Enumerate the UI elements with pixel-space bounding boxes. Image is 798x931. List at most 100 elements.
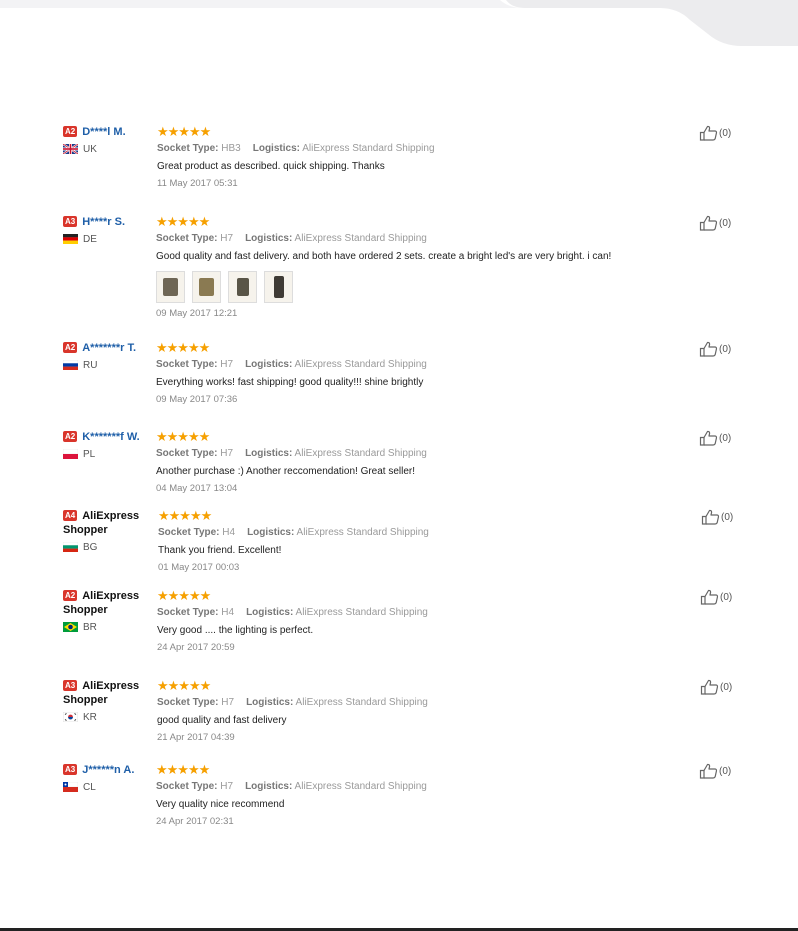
star-rating: ★★★★★ — [156, 762, 210, 777]
thumbs-up-icon — [701, 509, 721, 525]
review-date: 24 Apr 2017 20:59 — [157, 642, 235, 653]
helpful-count: (0) — [720, 591, 733, 603]
helpful-count: (0) — [721, 511, 734, 523]
order-info: Socket Type: H4 Logistics: AliExpress Sta… — [157, 606, 677, 619]
socket-type-label: Socket Type: — [156, 359, 218, 370]
buyer-level-badge: A4 — [63, 510, 78, 521]
buyer-name-line: A2 D****l M. — [63, 125, 155, 139]
buyer-country: CL — [63, 781, 155, 793]
buyer-country: KR — [63, 711, 155, 723]
ru-flag-icon — [63, 360, 83, 370]
review-photo-thumbnail[interactable] — [228, 271, 257, 303]
logistics-label: Logistics: — [246, 607, 294, 618]
thumbs-up-icon — [699, 763, 719, 779]
logistics-value: AliExpress Standard Shipping — [294, 359, 427, 370]
buyer-country: BR — [63, 621, 155, 633]
buyer-info: A3 AliExpress Shopper KR — [63, 679, 155, 723]
helpful-button[interactable]: (0) — [700, 589, 732, 605]
helpful-count: (0) — [719, 765, 732, 777]
star-rating: ★★★★★ — [158, 508, 212, 523]
buyer-name: Shopper — [63, 604, 108, 616]
socket-type-label: Socket Type: — [157, 143, 219, 154]
socket-type-value: H7 — [220, 781, 234, 792]
pl-flag-icon — [63, 449, 83, 459]
bg-flag-icon — [63, 542, 83, 552]
helpful-button[interactable]: (0) — [701, 509, 733, 525]
buyer-name: Shopper — [63, 524, 108, 536]
order-info: Socket Type: H7 Logistics: AliExpress Sta… — [156, 232, 676, 245]
review-content: ★★★★★ Socket Type: H7 Logistics: AliExpres… — [157, 679, 677, 744]
socket-type-label: Socket Type: — [156, 448, 218, 459]
buyer-name-line: A3 J******n A. — [63, 763, 155, 777]
buyer-name: D****l M. — [82, 126, 126, 138]
helpful-button[interactable]: (0) — [699, 341, 731, 357]
buyer-level-badge: A3 — [63, 216, 78, 227]
logistics-value: AliExpress Standard Shipping — [302, 143, 435, 154]
buyer-info: A4 AliExpress Shopper BG — [63, 509, 155, 553]
review-content: ★★★★★ Socket Type: H7 Logistics: AliExpres… — [156, 215, 676, 320]
star-rating: ★★★★★ — [156, 429, 210, 444]
helpful-button[interactable]: (0) — [699, 215, 731, 231]
buyer-name: A*******r T. — [82, 342, 137, 354]
buyer-name: AliExpress — [82, 680, 140, 692]
review-content: ★★★★★ Socket Type: H7 Logistics: AliExpres… — [156, 430, 676, 495]
kr-flag-icon — [63, 712, 83, 722]
review-text: Great product as described. quick shippi… — [157, 161, 385, 172]
country-code: RU — [83, 359, 98, 371]
review-content: ★★★★★ Socket Type: H4 Logistics: AliExpres… — [157, 589, 677, 654]
buyer-level-badge: A3 — [63, 764, 78, 775]
buyer-name-line: A2 K*******f W. — [63, 430, 155, 444]
logistics-label: Logistics: — [252, 143, 300, 154]
review-date: 04 May 2017 13:04 — [156, 483, 238, 494]
order-info: Socket Type: H7 Logistics: AliExpress Sta… — [156, 780, 676, 793]
buyer-info: A2 K*******f W. PL — [63, 430, 155, 460]
buyer-country: UK — [63, 143, 155, 155]
helpful-button[interactable]: (0) — [699, 430, 731, 446]
country-code: BR — [83, 621, 97, 633]
helpful-count: (0) — [719, 127, 732, 139]
buyer-country: BG — [63, 541, 155, 553]
socket-type-label: Socket Type: — [157, 697, 219, 708]
order-info: Socket Type: H7 Logistics: AliExpress Sta… — [156, 358, 676, 371]
star-rating: ★★★★★ — [157, 588, 211, 603]
review-photo-thumbnail[interactable] — [156, 271, 185, 303]
thumbs-up-icon — [699, 341, 719, 357]
thumbs-up-icon — [700, 679, 720, 695]
review-photo-thumbnail[interactable] — [192, 271, 221, 303]
helpful-count: (0) — [719, 343, 732, 355]
logistics-value: AliExpress Standard Shipping — [295, 607, 428, 618]
helpful-button[interactable]: (0) — [699, 125, 731, 141]
buyer-name: K*******f W. — [82, 431, 140, 443]
helpful-button[interactable]: (0) — [700, 679, 732, 695]
buyer-level-badge: A2 — [63, 126, 78, 137]
order-info: Socket Type: H4 Logistics: AliExpress Sta… — [158, 526, 678, 539]
socket-type-value: H4 — [222, 527, 236, 538]
logistics-value: AliExpress Standard Shipping — [294, 233, 427, 244]
helpful-button[interactable]: (0) — [699, 763, 731, 779]
review-date: 01 May 2017 00:03 — [158, 562, 240, 573]
thumbs-up-icon — [700, 589, 720, 605]
de-flag-icon — [63, 234, 83, 244]
buyer-country: DE — [63, 233, 155, 245]
buyer-info: A2 AliExpress Shopper BR — [63, 589, 155, 633]
logistics-value: AliExpress Standard Shipping — [296, 527, 429, 538]
order-info: Socket Type: HB3 Logistics: AliExpress St… — [157, 142, 677, 155]
review-photo-thumbnail[interactable] — [264, 271, 293, 303]
order-info: Socket Type: H7 Logistics: AliExpress Sta… — [157, 696, 677, 709]
thumbs-up-icon — [699, 125, 719, 141]
buyer-country: RU — [63, 359, 155, 371]
review-text: Everything works! fast shipping! good qu… — [156, 377, 424, 388]
br-flag-icon — [63, 622, 83, 632]
review-content: ★★★★★ Socket Type: H7 Logistics: AliExpres… — [156, 341, 676, 406]
socket-type-label: Socket Type: — [158, 527, 220, 538]
buyer-level-badge: A2 — [63, 342, 78, 353]
buyer-name-line: A3 AliExpress Shopper — [63, 679, 155, 707]
country-code: UK — [83, 143, 97, 155]
review-photos — [156, 271, 676, 303]
review-text: Very good .... the lighting is perfect. — [157, 625, 314, 636]
socket-type-value: H7 — [221, 697, 235, 708]
buyer-info: A3 J******n A. CL — [63, 763, 155, 793]
buyer-name-line: A4 AliExpress Shopper — [63, 509, 155, 537]
buyer-name-line: A2 A*******r T. — [63, 341, 155, 355]
country-code: BG — [83, 541, 98, 553]
